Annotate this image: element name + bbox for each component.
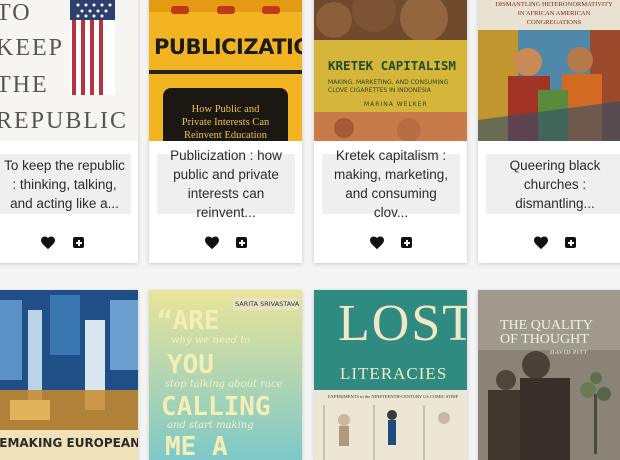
- book-title[interactable]: Kretek capitalism : making, marketing, a…: [322, 148, 460, 220]
- cover-subtitle-line: MAKING, MARKETING, AND CONSUMING: [328, 79, 449, 86]
- cover-subtitle-line: IN AFRICAN AMERICAN: [517, 10, 591, 17]
- heart-icon[interactable]: [369, 235, 385, 250]
- book-cover[interactable]: PUBLICIZATION How Public and Private Int…: [149, 0, 302, 141]
- cover-subtitle-line: CLOVE CIGARETTES IN INDONESIA: [328, 87, 431, 94]
- book-card[interactable]: THE QUALITY OF THOUGHT DAVID PITT: [478, 290, 620, 460]
- heart-icon[interactable]: [40, 235, 56, 250]
- book-cover[interactable]: SARITA SRIVASTAVA “ARE why we need to YO…: [149, 290, 302, 460]
- book-title[interactable]: Publicization : how public and private i…: [157, 148, 295, 220]
- cover-word: TO: [0, 0, 32, 26]
- cover-line: stop talking about race: [165, 379, 283, 390]
- cover-line: and start making: [167, 420, 254, 431]
- cover-title: LITERACIES: [340, 364, 448, 383]
- book-card[interactable]: KRETEK CAPITALISM MAKING, MARKETING, AND…: [314, 0, 467, 263]
- cover-word: KEEP: [0, 35, 64, 61]
- cover-subtitle-line: DISMANTLING HETERONORMATIVITY: [495, 1, 613, 8]
- cover-subtitle: EXPERIMENTS in the NINETEENTH-CENTURY US…: [328, 394, 459, 399]
- cover-subtitle: MAKING, MARKETING, AND CONSUMING CLOVE C…: [328, 79, 458, 95]
- book-cover[interactable]: THE QUALITY OF THOUGHT DAVID PITT: [478, 290, 620, 460]
- cover-author: DAVID PITT: [550, 350, 588, 356]
- book-title-text: To keep the republic : thinking, talking…: [4, 157, 125, 211]
- heart-icon[interactable]: [533, 235, 549, 250]
- cover-word: REPUBLIC: [0, 108, 129, 134]
- cover-subtitle: DISMANTLING HETERONORMATIVITY IN AFRICAN…: [488, 0, 620, 27]
- book-title-text: Queering black churches : dismantling...: [509, 157, 601, 211]
- cover-title: LOST: [338, 295, 467, 352]
- book-cover[interactable]: REMAKING EUROPEAN: [0, 290, 138, 460]
- cover-author: MARINA WELKER: [364, 101, 428, 108]
- add-square-icon[interactable]: [401, 237, 412, 248]
- cover-word: THE: [0, 72, 49, 98]
- book-cover[interactable]: DISMANTLING HETERONORMATIVITY IN AFRICAN…: [478, 0, 620, 141]
- cover-line: CALLING: [161, 392, 271, 422]
- add-square-icon[interactable]: [236, 237, 247, 248]
- book-card[interactable]: PUBLICIZATION How Public and Private Int…: [149, 0, 302, 263]
- cover-line: “ARE: [157, 306, 220, 336]
- add-square-icon[interactable]: [73, 237, 84, 248]
- book-title[interactable]: Queering black churches : dismantling...: [486, 154, 620, 214]
- cover-title: OF THOUGHT: [500, 332, 589, 347]
- book-title-text: Publicization : how public and private i…: [170, 148, 282, 220]
- cover-line: ME A: [165, 432, 228, 460]
- cover-art: [478, 290, 620, 460]
- heart-icon[interactable]: [204, 235, 220, 250]
- book-cover[interactable]: KRETEK CAPITALISM MAKING, MARKETING, AND…: [314, 0, 467, 141]
- book-cover[interactable]: TO KEEP THE REPUBLIC: [0, 0, 138, 141]
- add-square-icon[interactable]: [565, 237, 576, 248]
- book-card[interactable]: SARITA SRIVASTAVA “ARE why we need to YO…: [149, 290, 302, 460]
- cover-subtitle-line: How Public and: [191, 104, 260, 115]
- cover-title: KRETEK CAPITALISM: [328, 58, 456, 73]
- book-title[interactable]: To keep the republic : thinking, talking…: [0, 154, 131, 214]
- cover-title: PUBLICIZATION: [154, 35, 302, 59]
- cover-subtitle-line: Private Interests Can: [181, 117, 270, 128]
- cover-subtitle-line: CONGREGATIONS: [526, 19, 582, 26]
- book-title-text: Kretek capitalism : making, marketing, a…: [333, 148, 449, 220]
- cover-subtitle: How Public and Private Interests Can Rei…: [163, 103, 288, 141]
- book-cover[interactable]: LOST LITERACIES EXPERIMENTS in the NINET…: [314, 290, 467, 460]
- book-card[interactable]: REMAKING EUROPEAN: [0, 290, 138, 460]
- cover-title: REMAKING EUROPEAN: [0, 436, 138, 450]
- book-card[interactable]: TO KEEP THE REPUBLIC To keep the republi…: [0, 0, 138, 263]
- cover-author: SARITA SRIVASTAVA: [235, 300, 300, 308]
- cover-line: why we need to: [171, 335, 251, 346]
- cover-art: [0, 290, 138, 460]
- book-card[interactable]: LOST LITERACIES EXPERIMENTS in the NINET…: [314, 290, 467, 460]
- cover-line: YOU: [167, 350, 214, 380]
- cover-subtitle-line: Reinvent Education: [183, 130, 268, 141]
- book-card[interactable]: DISMANTLING HETERONORMATIVITY IN AFRICAN…: [478, 0, 620, 263]
